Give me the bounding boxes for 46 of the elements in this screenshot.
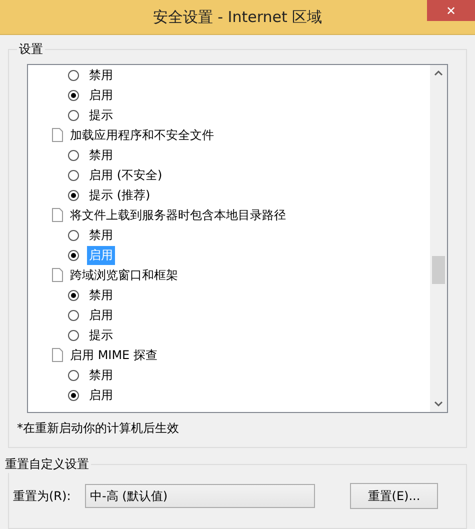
radio-button[interactable] [68,190,79,200]
radio-button[interactable] [68,230,79,240]
option-label: 提示 (推荐) [88,186,152,204]
document-icon [52,268,63,282]
group-title: 重置自定义设置 [4,456,90,473]
radio-button[interactable] [68,110,79,120]
option-label: 启用 [88,386,114,404]
radio-button[interactable] [68,150,79,160]
setting-name: 启用 MIME 探查 [69,346,158,364]
setting-name: 跨域浏览窗口和框架 [69,266,179,284]
restart-note: *在重新启动你的计算机后生效 [17,420,180,437]
option-label: 启用 [88,306,114,324]
radio-button[interactable] [68,370,79,380]
option-label: 提示 [88,326,114,344]
radio-button[interactable] [68,310,79,320]
reset-label: 重置为(R): [13,488,72,504]
option-label: 启用 [88,86,114,104]
radio-button[interactable] [68,290,79,300]
reset-button[interactable]: 重置(E)... [350,483,438,509]
option-label: 提示 [88,106,114,124]
radio-button[interactable] [68,390,79,400]
option-label: 禁用 [88,366,114,384]
close-button[interactable]: ✕ [427,0,475,21]
document-icon [52,208,63,222]
level-dropdown[interactable]: 中-高 (默认值) [85,484,315,508]
scroll-thumb[interactable] [432,256,445,284]
scrollbar[interactable] [430,65,447,412]
option-label: 禁用 [88,66,114,84]
radio-button[interactable] [68,70,79,80]
scroll-up-icon[interactable] [434,70,443,76]
radio-button[interactable] [68,330,79,340]
option-label: 启用 (不安全) [88,166,164,184]
document-icon [52,128,63,142]
option-label: 禁用 [88,286,114,304]
radio-button[interactable] [68,90,79,100]
option-label: 启用 [87,246,115,264]
setting-name: 加载应用程序和不安全文件 [69,126,215,144]
window-title: 安全设置 - Internet 区域 [152,8,322,26]
scroll-down-icon[interactable] [434,401,443,407]
radio-button[interactable] [68,250,79,260]
document-icon [52,348,63,362]
radio-button[interactable] [68,170,79,180]
setting-name: 将文件上载到服务器时包含本地目录路径 [69,206,287,224]
option-label: 禁用 [88,146,114,164]
option-label: 禁用 [88,226,114,244]
group-title: 设置 [18,41,44,58]
